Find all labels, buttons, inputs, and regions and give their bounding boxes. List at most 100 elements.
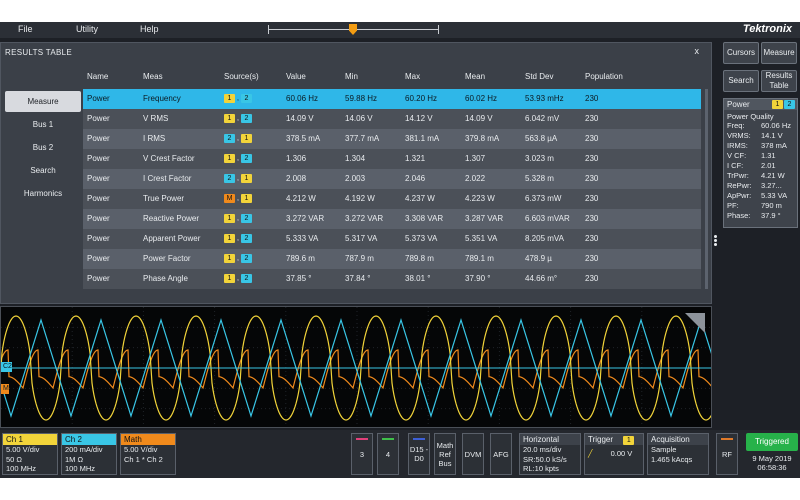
table-row[interactable]: Power True Power 4.212 W 4.192 W 4.237 W 4.22… — [83, 189, 701, 209]
menu-help[interactable]: Help — [140, 24, 159, 34]
cell-std-dev: 8.205 mVA — [525, 234, 564, 243]
tab-measure[interactable]: Measure — [5, 91, 81, 112]
math-expression: Ch 1 * Ch 2 — [124, 454, 163, 464]
pq-line: V CF: 1.31 — [727, 151, 797, 161]
cell-min: 59.88 Hz — [345, 94, 378, 103]
acquisition-badge[interactable]: Acquisition Sample 1.465 kAcqs — [647, 433, 709, 475]
col-max[interactable]: Max — [405, 72, 420, 81]
cell-max: 789.8 m — [405, 254, 434, 263]
slider-thumb[interactable] — [349, 24, 357, 35]
col-meas[interactable]: Meas — [143, 72, 163, 81]
tab-harmonics[interactable]: Harmonics — [5, 183, 81, 204]
cell-name: Power — [87, 194, 110, 203]
cell-mean: 3.287 VAR — [465, 214, 504, 223]
table-row[interactable]: Power Power Factor 789.6 m 787.9 m 789.8 m 78… — [83, 249, 701, 269]
source-badge: 1 — [224, 234, 235, 243]
pq-value: 4.21 W — [761, 171, 785, 180]
table-row[interactable]: Power Frequency 60.06 Hz 59.88 Hz 60.20 Hz 60… — [83, 89, 701, 109]
cell-value: 789.6 m — [286, 254, 315, 263]
date: 9 May 2019 — [752, 454, 792, 463]
menu-utility[interactable]: Utility — [76, 24, 98, 34]
dvm-button[interactable]: DVM — [462, 433, 484, 475]
table-row[interactable]: Power V Crest Factor 1.306 1.304 1.321 1.307 3… — [83, 149, 701, 169]
col-min[interactable]: Min — [345, 72, 358, 81]
cell-meas: Power Factor — [143, 254, 191, 263]
search-button[interactable]: Search — [723, 70, 759, 92]
col-sources[interactable]: Source(s) — [224, 72, 259, 81]
measure-button[interactable]: Measure — [761, 42, 797, 64]
table-row[interactable]: Power Reactive Power 3.272 VAR 3.272 VAR 3.3… — [83, 209, 701, 229]
col-population[interactable]: Population — [585, 72, 623, 81]
source-badge: 1 — [224, 254, 235, 263]
pq-key: Freq: — [727, 121, 745, 130]
cell-min: 787.9 m — [345, 254, 374, 263]
source-separator: , — [237, 115, 239, 122]
cell-max: 3.308 VAR — [405, 214, 444, 223]
ch4-button[interactable]: 4 — [377, 433, 399, 475]
table-scrollbar[interactable] — [705, 89, 708, 289]
math-marker[interactable]: M — [1, 384, 9, 394]
waveform-display[interactable]: C2 M — [0, 306, 712, 428]
power-quality-badge[interactable]: Power 1 2 Power Quality Freq: 60.06 Hz VRM… — [723, 98, 798, 228]
trigger-status[interactable]: Triggered — [746, 433, 798, 451]
col-std-dev[interactable]: Std Dev — [525, 72, 553, 81]
trigger-source-badge: 1 — [623, 436, 635, 445]
cell-max: 4.237 W — [405, 194, 435, 203]
pq-key: ApPwr: — [727, 191, 752, 200]
ch2-marker[interactable]: C2 — [1, 362, 12, 372]
cell-meas: V Crest Factor — [143, 154, 195, 163]
col-value[interactable]: Value — [286, 72, 306, 81]
ch1-badge[interactable]: Ch 1 5.00 V/div 50 Ω 100 MHz — [2, 433, 58, 475]
results-table-button[interactable]: Results Table — [761, 70, 797, 92]
more-options-icon[interactable] — [712, 234, 718, 248]
pq-line: TrPwr: 4.21 W — [727, 171, 797, 181]
trigger-badge[interactable]: Trigger 1 ╱ 0.00 V — [584, 433, 644, 475]
afg-button[interactable]: AFG — [490, 433, 512, 475]
cursors-button[interactable]: Cursors — [723, 42, 759, 64]
close-icon[interactable]: x — [695, 46, 700, 56]
ch2-badge[interactable]: Ch 2 200 mA/div 1M Ω 100 MHz — [61, 433, 117, 475]
menu-file[interactable]: File — [18, 24, 33, 34]
table-row[interactable]: Power V RMS 14.09 V 14.06 V 14.12 V 14.09 V 6.… — [83, 109, 701, 129]
tab-bus-2[interactable]: Bus 2 — [5, 137, 81, 158]
digital-button[interactable]: D15 -D0 — [408, 433, 430, 475]
cell-mean: 14.09 V — [465, 114, 493, 123]
date-time: 9 May 2019 06:58:36 — [746, 454, 798, 472]
source-badge-1: 1 — [772, 100, 783, 109]
pq-key: RePwr: — [727, 181, 752, 190]
rf-button[interactable]: RF — [716, 433, 738, 475]
ch3-button[interactable]: 3 — [351, 433, 373, 475]
col-mean[interactable]: Mean — [465, 72, 485, 81]
pq-value: 3.27... — [761, 181, 782, 190]
slider-left-cap — [268, 25, 269, 34]
cell-meas: V RMS — [143, 114, 169, 123]
pq-value: 5.33 VA — [761, 191, 788, 200]
pq-line: I CF: 2.01 — [727, 161, 797, 171]
table-row[interactable]: Power Phase Angle 37.85 ° 37.84 ° 38.01 ° 37.… — [83, 269, 701, 289]
cell-value: 378.5 mA — [286, 134, 321, 143]
cell-std-dev: 6.603 mVAR — [525, 214, 570, 223]
cell-sources: 2,1 — [224, 134, 252, 144]
pq-key: VRMS: — [727, 131, 751, 140]
cell-min: 3.272 VAR — [345, 214, 384, 223]
cell-value: 3.272 VAR — [286, 214, 325, 223]
math-badge[interactable]: Math 5.00 V/div Ch 1 * Ch 2 — [120, 433, 176, 475]
tab-bus-1[interactable]: Bus 1 — [5, 114, 81, 135]
col-name[interactable]: Name — [87, 72, 108, 81]
table-row[interactable]: Power I RMS 378.5 mA 377.7 mA 381.1 mA 379.8 … — [83, 129, 701, 149]
cell-name: Power — [87, 234, 110, 243]
bottom-bar: Ch 1 5.00 V/div 50 Ω 100 MHz Ch 2 200 mA… — [0, 430, 800, 478]
cell-name: Power — [87, 214, 110, 223]
cell-name: Power — [87, 154, 110, 163]
math-ref-bus-button[interactable]: Math Ref Bus — [434, 433, 456, 475]
source-separator: , — [237, 175, 239, 182]
cell-max: 60.20 Hz — [405, 94, 438, 103]
table-row[interactable]: Power I Crest Factor 2.008 2.003 2.046 2.022 5… — [83, 169, 701, 189]
pq-line: RePwr: 3.27... — [727, 181, 797, 191]
ch2-scale: 200 mA/div — [65, 445, 103, 454]
horizontal-badge[interactable]: Horizontal 20.0 ms/div SR:50.0 kS/s RL:1… — [519, 433, 581, 475]
cell-population: 230 — [585, 194, 599, 203]
record-length: RL:10 kpts — [523, 464, 559, 473]
tab-search[interactable]: Search — [5, 160, 81, 181]
table-row[interactable]: Power Apparent Power 5.333 VA 5.317 VA 5.373… — [83, 229, 701, 249]
